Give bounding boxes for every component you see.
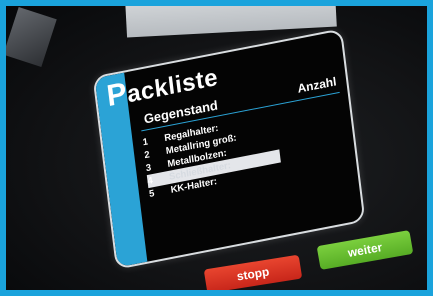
- projection-scene: Packliste Gegenstand Anzahl 1 Regalhalter…: [6, 6, 427, 290]
- stop-button[interactable]: stopp: [203, 254, 303, 290]
- screenshot-frame: Packliste Gegenstand Anzahl 1 Regalhalter…: [0, 0, 433, 296]
- next-button[interactable]: weiter: [316, 230, 414, 270]
- item-number: 5: [148, 188, 156, 201]
- packing-list-panel: Packliste Gegenstand Anzahl 1 Regalhalter…: [92, 28, 366, 270]
